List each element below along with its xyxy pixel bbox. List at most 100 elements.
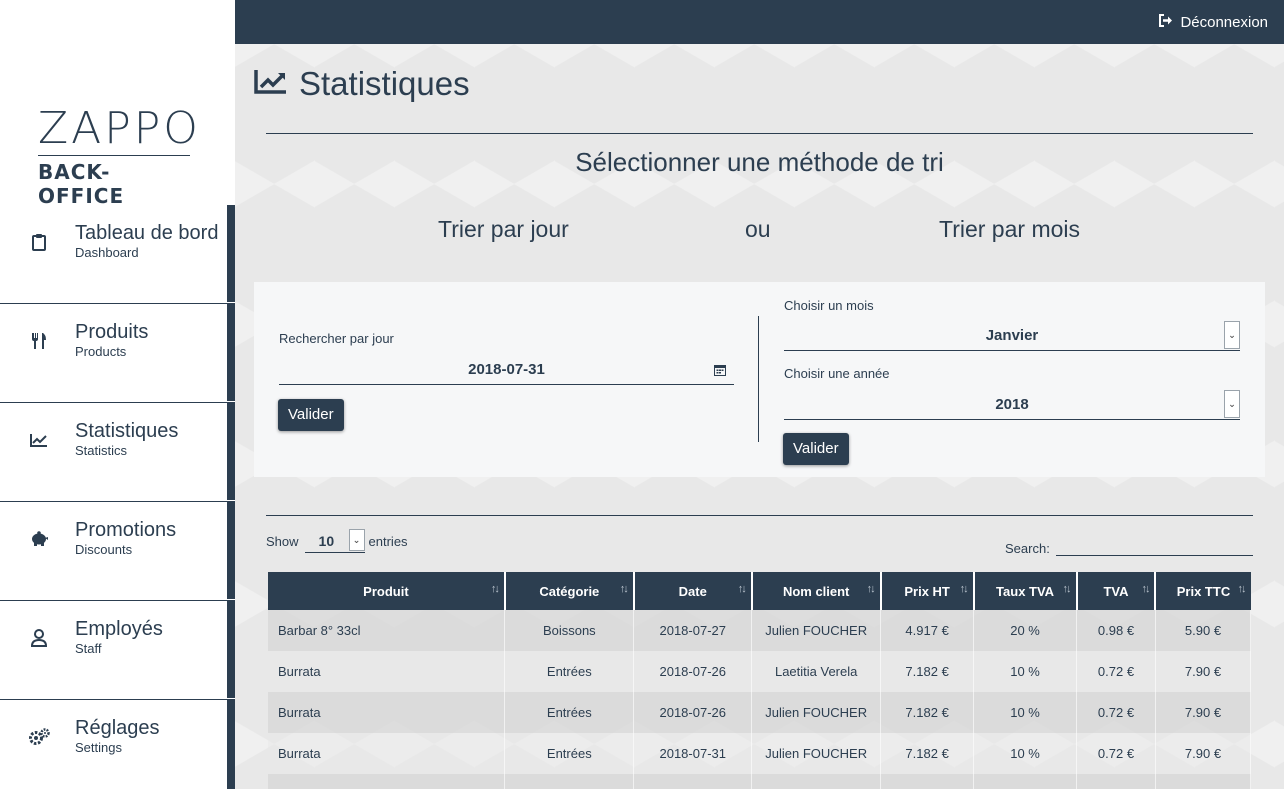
cell-taux-tva: 10 % — [973, 651, 1078, 692]
cell-prix-ht: 7.182 € — [880, 692, 975, 733]
sort-icon: ↑↓ — [866, 583, 876, 595]
date-value: 2018-07-31 — [468, 361, 545, 378]
sidebar-item-title: Employés — [75, 618, 163, 640]
cell-prix-ttc: 7.90 € — [1155, 651, 1252, 692]
cell-tva: 0.98 € — [1076, 610, 1156, 651]
sidebar: ZAPPO BACK-OFFICE Tableau de bord Dashbo… — [0, 0, 235, 789]
clipboard-icon — [28, 231, 50, 253]
sort-icon: ↑↓ — [1237, 583, 1247, 595]
entries-select[interactable]: 10 ⌄ — [304, 529, 365, 553]
year-select[interactable]: 2018 ⌄ — [784, 390, 1240, 420]
top-bar: Déconnexion — [235, 0, 1284, 44]
piggy-bank-icon — [28, 528, 50, 550]
cell-taux-tva: 10 % — [973, 692, 1078, 733]
page-title-text: Statistiques — [299, 65, 470, 102]
cell-categorie: Boissons — [504, 610, 635, 651]
day-submit-button[interactable]: Valider — [278, 399, 344, 431]
cell-categorie: Entrées — [504, 651, 635, 692]
cell-nom-client: Laetitia Verela — [751, 651, 882, 692]
cell-prix-ht: 4.917 € — [880, 610, 975, 651]
show-label: Show — [266, 533, 299, 549]
sidebar-item-promotions[interactable]: Promotions Discounts — [0, 502, 235, 601]
chart-line-icon — [254, 69, 287, 100]
cell-produit: Burrata — [268, 733, 506, 774]
sidebar-item-title: Tableau de bord — [75, 222, 219, 244]
sort-by-month-tab[interactable]: Trier par mois — [939, 216, 1080, 243]
sidebar-item-subtitle: Products — [75, 344, 127, 359]
divider — [266, 515, 1253, 516]
column-header-categorie[interactable]: Catégorie ↑↓ — [504, 572, 635, 610]
table-search: Search: — [1005, 534, 1253, 556]
cell-nom-client: Julien FOUCHER — [751, 733, 882, 774]
sidebar-item-subtitle: Dashboard — [75, 245, 139, 260]
entries-length-control: Show 10 ⌄ entries — [266, 529, 408, 553]
cell-nom-client: Julien FOUCHER — [751, 610, 882, 651]
sidebar-item-dashboard[interactable]: Tableau de bord Dashboard — [0, 205, 235, 304]
sidebar-item-staff[interactable]: Employés Staff — [0, 601, 235, 700]
cell-date: 2018-07-27 — [633, 610, 753, 651]
cell-prix-ttc: 7.90 € — [1155, 692, 1252, 733]
column-header-date[interactable]: Date ↑↓ — [633, 572, 753, 610]
chevron-down-icon: ⌄ — [348, 529, 365, 551]
chart-line-icon — [28, 429, 50, 451]
logout-label: Déconnexion — [1180, 14, 1268, 31]
column-header-nom-client[interactable]: Nom client ↑↓ — [751, 572, 882, 610]
cell-tva: 0.72 € — [1076, 733, 1156, 774]
column-header-taux-tva[interactable]: Taux TVA ↑↓ — [973, 572, 1078, 610]
cell-taux-tva: 20 % — [973, 610, 1078, 651]
table-row: Burrata Entrées 2018-07-26 Laetitia Vere… — [268, 651, 1252, 692]
calendar-icon[interactable] — [714, 363, 726, 380]
cell-date: 2018-07-31 — [633, 733, 753, 774]
chevron-down-icon: ⌄ — [1224, 390, 1240, 418]
statistics-table: Produit ↑↓ Catégorie ↑↓ Date ↑↓ Nom client ↑… — [268, 572, 1252, 789]
utensils-icon — [28, 330, 50, 352]
table-row — [268, 774, 1252, 789]
main-content: Statistiques Sélectionner une méthode de… — [235, 44, 1284, 789]
sidebar-nav: Tableau de bord Dashboard Produits Produ… — [0, 205, 235, 789]
month-submit-button[interactable]: Valider — [783, 433, 849, 465]
year-label: Choisir une année — [784, 366, 890, 381]
cell-categorie: Entrées — [504, 733, 635, 774]
cell-prix-ht: 7.182 € — [880, 733, 975, 774]
sort-method-heading: Sélectionner une méthode de tri — [575, 147, 944, 177]
sort-icon: ↑↓ — [490, 583, 500, 595]
column-header-prix-ttc[interactable]: Prix TTC ↑↓ — [1155, 572, 1251, 610]
search-label: Search: — [1005, 541, 1050, 556]
logout-button[interactable]: Déconnexion — [1159, 14, 1268, 31]
cell-date: 2018-07-26 — [633, 651, 753, 692]
logo-subtitle: BACK-OFFICE — [38, 160, 125, 208]
search-input[interactable] — [1055, 534, 1253, 556]
logo-divider — [38, 155, 190, 156]
cell-produit: Burrata — [268, 651, 506, 692]
sidebar-item-title: Produits — [75, 321, 149, 343]
sidebar-item-products[interactable]: Produits Products — [0, 304, 235, 403]
cogs-icon — [28, 726, 50, 748]
cell-produit: Burrata — [268, 692, 506, 733]
sidebar-item-statistics[interactable]: Statistiques Statistics — [0, 403, 235, 502]
chevron-down-icon: ⌄ — [1224, 321, 1240, 349]
cell-prix-ht: 7.182 € — [880, 651, 975, 692]
sort-icon: ↑↓ — [737, 583, 747, 595]
sort-icon: ↑↓ — [959, 583, 969, 595]
sidebar-item-title: Promotions — [75, 519, 177, 541]
table-row: Barbar 8° 33cl Boissons 2018-07-27 Julie… — [268, 610, 1252, 651]
sort-or-label: ou — [745, 216, 771, 242]
sidebar-item-title: Réglages — [75, 717, 160, 739]
sort-icon: ↑↓ — [619, 583, 629, 595]
sort-by-day-tab[interactable]: Trier par jour — [438, 216, 569, 243]
table-header-row: Produit ↑↓ Catégorie ↑↓ Date ↑↓ Nom client ↑… — [268, 572, 1251, 610]
sidebar-item-settings[interactable]: Réglages Settings — [0, 700, 235, 789]
year-value: 2018 — [995, 396, 1029, 413]
month-value: Janvier — [985, 327, 1039, 344]
column-header-prix-ht[interactable]: Prix HT ↑↓ — [880, 572, 975, 610]
month-label: Choisir un mois — [784, 298, 874, 313]
column-header-produit[interactable]: Produit ↑↓ — [268, 572, 506, 610]
month-select[interactable]: Janvier ⌄ — [784, 321, 1240, 351]
sidebar-item-subtitle: Staff — [75, 641, 102, 656]
page-title: Statistiques — [254, 65, 470, 103]
column-header-tva[interactable]: TVA ↑↓ — [1076, 572, 1157, 610]
logo-wordmark: ZAPPO — [38, 103, 201, 154]
sign-out-icon — [1159, 14, 1173, 31]
date-input[interactable]: 2018-07-31 — [279, 355, 734, 385]
panel-divider — [758, 316, 759, 442]
